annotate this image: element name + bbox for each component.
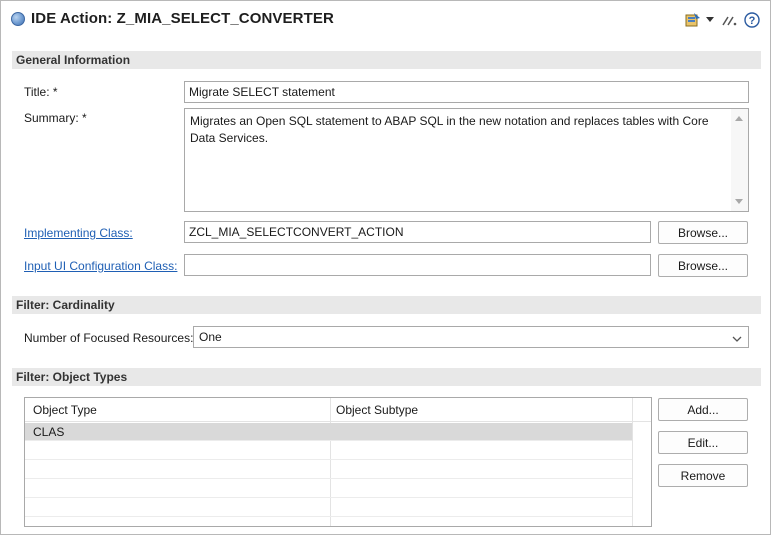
table-row-empty bbox=[25, 499, 632, 517]
chevron-down-icon bbox=[732, 332, 742, 346]
title-label: Title: * bbox=[24, 85, 58, 99]
input-ui-configuration-class-link[interactable]: Input UI Configuration Class: bbox=[24, 259, 177, 273]
summary-label: Summary: * bbox=[24, 111, 87, 125]
browse-implementing-class-button[interactable]: Browse... bbox=[658, 221, 748, 244]
editor-header: IDE Action: Z_MIA_SELECT_CONVERTER ? bbox=[1, 1, 770, 39]
svg-text:?: ? bbox=[749, 15, 756, 27]
summary-scrollbar[interactable] bbox=[731, 109, 748, 211]
section-object-types: Filter: Object Types bbox=[12, 368, 761, 386]
section-cardinality: Filter: Cardinality bbox=[12, 296, 761, 314]
scroll-up-icon[interactable] bbox=[735, 116, 743, 121]
section-general-information: General Information bbox=[12, 51, 761, 69]
object-types-table[interactable]: Object Type Object Subtype CLAS bbox=[24, 397, 652, 527]
implementing-class-input[interactable]: ZCL_MIA_SELECTCONVERT_ACTION bbox=[184, 221, 651, 243]
focused-resources-value: One bbox=[199, 330, 222, 344]
scroll-down-icon[interactable] bbox=[735, 199, 743, 204]
table-row-empty bbox=[25, 461, 632, 479]
table-row[interactable]: CLAS bbox=[25, 423, 632, 441]
input-ui-configuration-class-input[interactable] bbox=[184, 254, 651, 276]
edit-object-type-button[interactable]: Edit... bbox=[658, 431, 748, 454]
help-icon[interactable]: ? bbox=[743, 12, 761, 28]
summary-textarea[interactable]: Migrates an Open SQL statement to ABAP S… bbox=[184, 108, 749, 212]
column-header-object-type[interactable]: Object Type bbox=[33, 403, 97, 417]
summary-text: Migrates an Open SQL statement to ABAP S… bbox=[190, 114, 709, 145]
page-title: IDE Action: Z_MIA_SELECT_CONVERTER bbox=[31, 10, 334, 27]
section-heading: Filter: Object Types bbox=[16, 370, 128, 384]
implementing-class-link[interactable]: Implementing Class: bbox=[24, 226, 133, 240]
focused-resources-label: Number of Focused Resources: bbox=[24, 331, 194, 345]
editor-frame: IDE Action: Z_MIA_SELECT_CONVERTER ? Gen… bbox=[0, 0, 771, 535]
section-heading: General Information bbox=[16, 53, 131, 67]
focused-resources-select[interactable]: One bbox=[193, 326, 749, 348]
column-header-object-subtype[interactable]: Object Subtype bbox=[336, 403, 418, 417]
title-input[interactable]: Migrate SELECT statement bbox=[184, 81, 749, 103]
table-row-empty bbox=[25, 442, 632, 460]
ide-action-icon bbox=[11, 12, 25, 26]
table-header: Object Type Object Subtype bbox=[25, 398, 651, 422]
section-heading: Filter: Cardinality bbox=[16, 298, 115, 312]
run-action-icon[interactable] bbox=[684, 12, 702, 28]
chevron-down-icon[interactable] bbox=[705, 12, 715, 28]
browse-input-ui-class-button[interactable]: Browse... bbox=[658, 254, 748, 277]
double-slash-icon[interactable] bbox=[720, 12, 738, 28]
add-object-type-button[interactable]: Add... bbox=[658, 398, 748, 421]
cell-object-type: CLAS bbox=[33, 425, 65, 439]
column-divider bbox=[632, 398, 633, 526]
remove-object-type-button[interactable]: Remove bbox=[658, 464, 748, 487]
table-row-empty bbox=[25, 480, 632, 498]
